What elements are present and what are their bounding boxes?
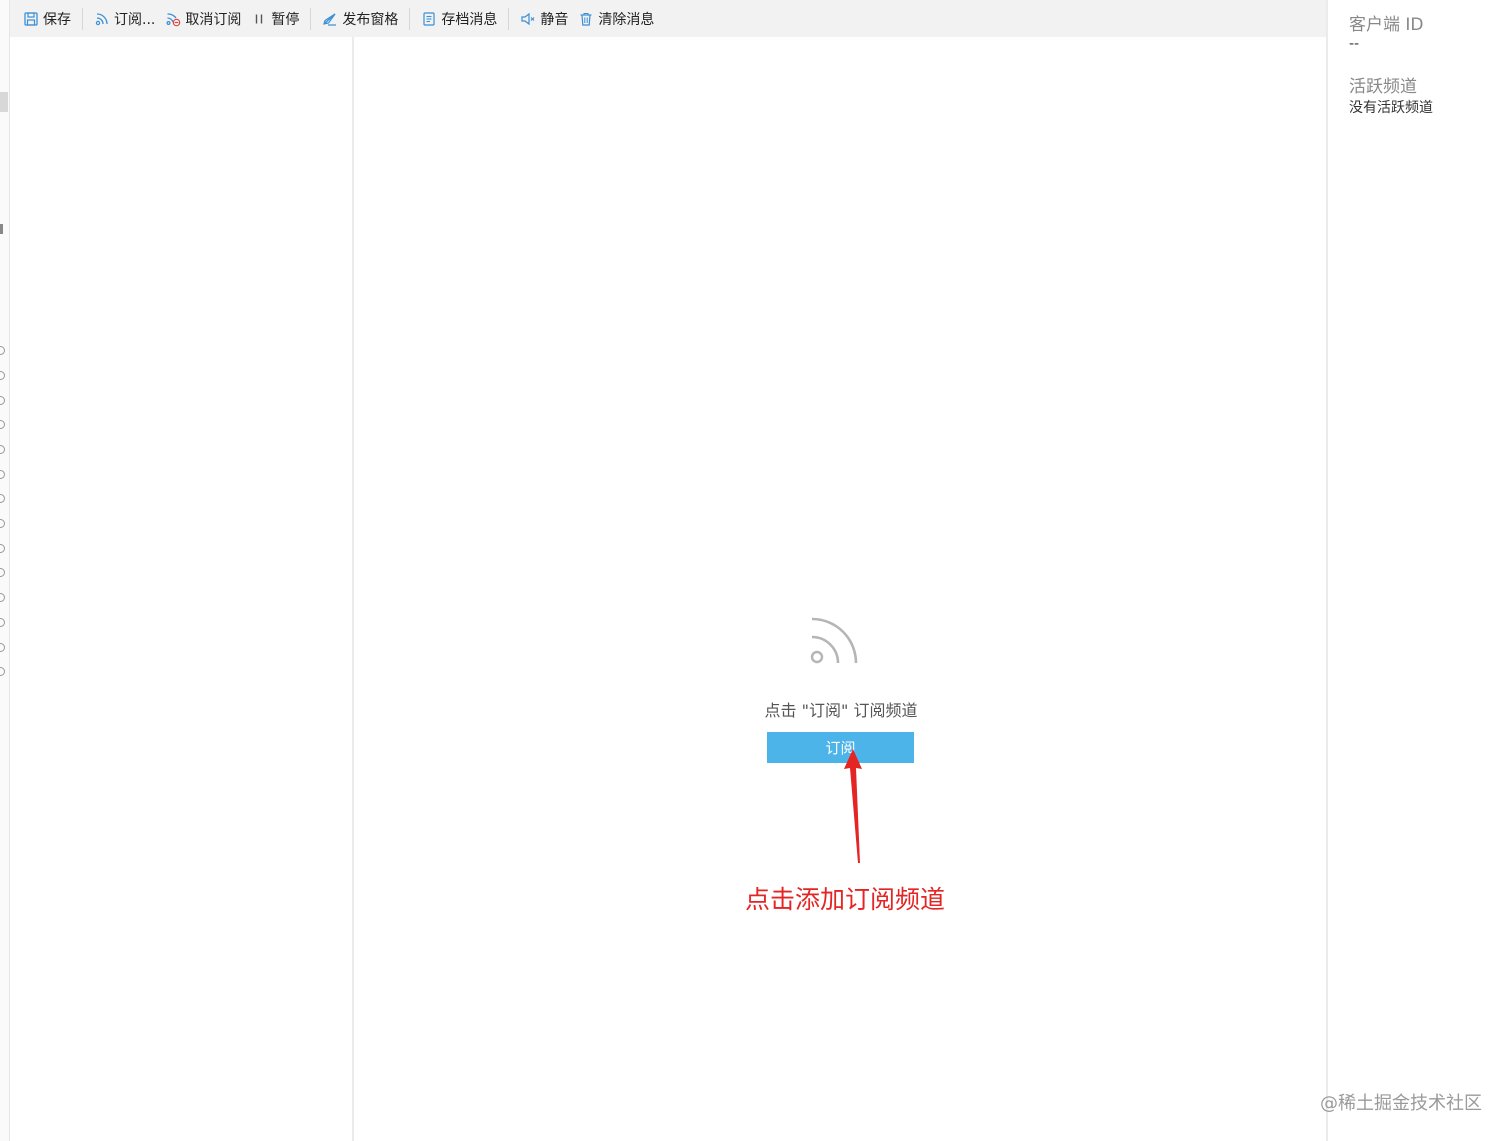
mute-label: 静音 [540,11,569,28]
watermark: @稀土掘金技术社区 [1320,1093,1482,1114]
edge-tick [0,618,5,627]
subscribe-button[interactable]: 订阅... [89,0,160,37]
message-pane: 点击 "订阅" 订阅频道 订阅 [356,37,1326,1141]
save-icon [24,11,38,26]
save-label: 保存 [43,11,71,28]
clear-messages-label: 清除消息 [598,11,655,28]
mute-icon [521,12,535,25]
active-channels-label: 活跃频道 [1349,77,1417,97]
edge-tick [0,519,5,528]
annotation-arrow [844,749,862,863]
edge-tick [0,371,5,380]
archive-messages-button[interactable]: 存档消息 [416,0,502,37]
edge-tick [0,568,5,577]
empty-state-message: 点击 "订阅" 订阅频道 [764,701,918,720]
active-channels-value: 没有活跃频道 [1349,100,1433,116]
edge-tick [0,593,5,602]
toolbar: 保存 订阅... 取消订阅 暂停 发布窗格 存档消息 静音 清除消息 [10,0,1326,37]
toolbar-divider [310,7,312,30]
left-edge-strip [0,0,10,1141]
publish-pane-button[interactable]: 发布窗格 [317,0,403,37]
edge-mark [0,92,8,112]
app-window: 保存 订阅... 取消订阅 暂停 发布窗格 存档消息 静音 清除消息 点击 "订… [0,0,1512,1141]
trash-icon [580,12,592,26]
edge-tick [0,544,5,553]
publish-icon [323,12,337,26]
toolbar-divider [409,7,411,30]
channel-list-panel [12,37,354,1141]
clear-messages-button[interactable]: 清除消息 [573,0,659,37]
toolbar-divider [508,7,510,30]
rss-icon [810,617,858,664]
client-id-value: -- [1349,36,1360,52]
edge-tick [0,445,5,454]
edge-tick [0,643,5,652]
unsubscribe-icon [166,12,181,26]
edge-tick [0,396,5,405]
archive-messages-label: 存档消息 [441,11,498,28]
pause-button[interactable]: 暂停 [246,0,304,37]
annotation-label: 点击添加订阅频道 [745,885,946,914]
pause-icon [256,14,263,23]
unsubscribe-label: 取消订阅 [185,11,242,28]
edge-tick [0,346,5,355]
toolbar-divider [82,7,83,30]
unsubscribe-button[interactable]: 取消订阅 [160,0,246,37]
save-button[interactable]: 保存 [18,0,76,37]
client-info-panel: 客户端 ID -- 活跃频道 没有活跃频道 [1326,0,1512,1141]
edge-tick [0,470,5,479]
edge-tick [0,494,5,503]
client-id-label: 客户端 ID [1349,15,1424,35]
edge-bar [0,224,3,234]
publish-pane-label: 发布窗格 [342,11,399,28]
edge-tick [0,667,5,676]
pause-label: 暂停 [271,11,300,28]
rss-icon [95,12,108,25]
mute-button[interactable]: 静音 [515,0,573,37]
archive-icon [423,11,435,26]
edge-tick [0,420,5,429]
subscribe-label: 订阅... [114,11,156,28]
